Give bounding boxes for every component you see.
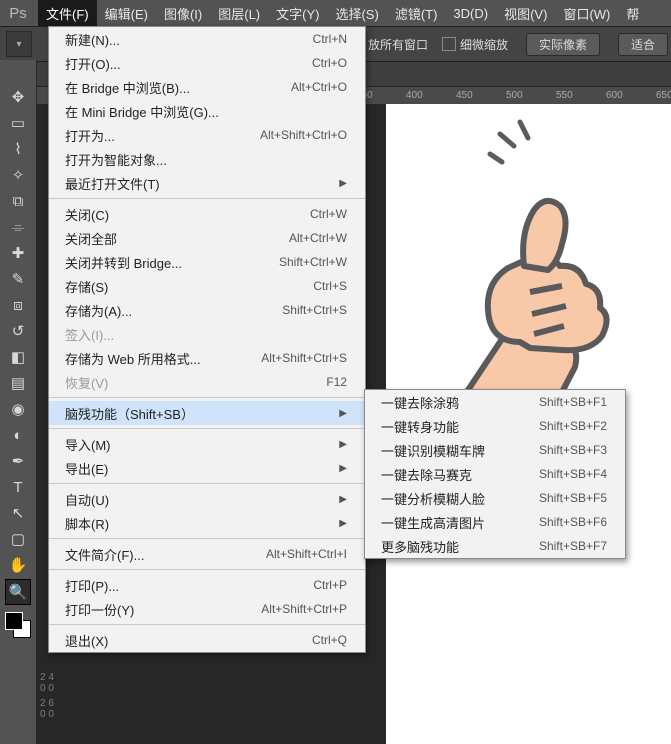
tool-preset-dropdown[interactable]: ▾ [6,31,32,57]
ruler-tick: 450 [456,90,473,101]
file-menu-item: 签入(I)... [49,322,365,346]
stamp-tool[interactable]: ⧈ [6,293,30,317]
path-tool[interactable]: ↖ [6,501,30,525]
submenu-item[interactable]: 一键去除马赛克Shift+SB+F4 [365,462,625,486]
menubar-item-9[interactable]: 窗口(W) [555,0,618,26]
file-menu-item[interactable]: 自动(U)▶ [49,487,365,511]
submenu-item[interactable]: 一键生成高清图片Shift+SB+F6 [365,510,625,534]
file-menu-item[interactable]: 存储为 Web 所用格式...Alt+Shift+Ctrl+S [49,346,365,370]
menubar-item-2[interactable]: 图像(I) [156,0,210,26]
file-menu-item[interactable]: 脚本(R)▶ [49,511,365,535]
dodge-tool[interactable]: ◐ [6,423,30,447]
menubar-item-3[interactable]: 图层(L) [210,0,268,26]
ruler-tick: 650 [656,90,671,101]
brush-tool[interactable]: ✎ [6,267,30,291]
menubar-item-0[interactable]: 文件(F) [38,0,97,26]
spark-lines [480,104,560,177]
hand-tool[interactable]: ✋ [6,553,30,577]
actual-pixels-button[interactable]: 实际像素 [526,33,600,56]
info-readout: 2 40 0 2 60 0 [40,672,54,720]
ruler-tick: 500 [506,90,523,101]
eraser-tool[interactable]: ◧ [6,345,30,369]
submenu-item[interactable]: 一键转身功能Shift+SB+F2 [365,414,625,438]
file-menu-item[interactable]: 打开为...Alt+Shift+Ctrl+O [49,123,365,147]
smooth-zoom-label: 细微缩放 [460,36,508,53]
file-menu-item[interactable]: 关闭(C)Ctrl+W [49,202,365,226]
history-tool[interactable]: ↺ [6,319,30,343]
menubar-item-5[interactable]: 选择(S) [327,0,386,26]
submenu-item[interactable]: 一键分析模糊人脸Shift+SB+F5 [365,486,625,510]
smooth-zoom-checkbox[interactable] [442,37,456,51]
crop-tool[interactable]: ⧉ [6,189,30,213]
menubar-item-1[interactable]: 编辑(E) [97,0,156,26]
menubar-item-10[interactable]: 帮 [618,0,647,26]
wand-tool[interactable]: ✧ [6,163,30,187]
file-menu-item[interactable]: 在 Mini Bridge 中浏览(G)... [49,99,365,123]
file-menu-item[interactable]: 打开(O)...Ctrl+O [49,51,365,75]
ruler-tick: 550 [556,90,573,101]
file-menu-item[interactable]: 存储为(A)...Shift+Ctrl+S [49,298,365,322]
zoom-tool[interactable]: 🔍 [5,579,31,605]
heal-tool[interactable]: ✚ [6,241,30,265]
menubar-item-8[interactable]: 视图(V) [496,0,555,26]
file-menu-item[interactable]: 打印一份(Y)Alt+Shift+Ctrl+P [49,597,365,621]
menubar: Ps 文件(F)编辑(E)图像(I)图层(L)文字(Y)选择(S)滤镜(T)3D… [0,0,671,26]
gradient-tool[interactable]: ▤ [6,371,30,395]
menubar-item-4[interactable]: 文字(Y) [268,0,327,26]
pen-tool[interactable]: ✒ [6,449,30,473]
file-menu-item[interactable]: 存储(S)Ctrl+S [49,274,365,298]
ruler-tick: 400 [406,90,423,101]
file-menu-item[interactable]: 打开为智能对象... [49,147,365,171]
file-menu-item[interactable]: 关闭全部Alt+Ctrl+W [49,226,365,250]
ruler-tick: 600 [606,90,623,101]
lasso-tool[interactable]: ⌇ [6,137,30,161]
eyedrop-tool[interactable]: ⌯ [6,215,30,239]
file-menu-item[interactable]: 退出(X)Ctrl+Q [49,628,365,652]
menubar-item-6[interactable]: 滤镜(T) [387,0,446,26]
file-menu-item[interactable]: 关闭并转到 Bridge...Shift+Ctrl+W [49,250,365,274]
blur-tool[interactable]: ◉ [6,397,30,421]
file-menu-item[interactable]: 最近打开文件(T)▶ [49,171,365,195]
color-swatches[interactable] [5,612,31,638]
file-menu-item: 恢复(V)F12 [49,370,365,394]
type-tool[interactable]: T [6,475,30,499]
submenu-item[interactable]: 一键识别模糊车牌Shift+SB+F3 [365,438,625,462]
tools-panel: ✥▭⌇✧⧉⌯✚✎⧈↺◧▤◉◐✒T↖▢✋🔍 [0,60,37,744]
move-tool[interactable]: ✥ [6,85,30,109]
file-menu-item[interactable]: 打印(P)...Ctrl+P [49,573,365,597]
file-menu-item[interactable]: 新建(N)...Ctrl+N [49,27,365,51]
file-menu: 新建(N)...Ctrl+N打开(O)...Ctrl+O在 Bridge 中浏览… [48,26,366,653]
file-menu-item[interactable]: 导出(E)▶ [49,456,365,480]
fit-all-windows-label: 放所有窗口 [368,36,428,53]
menubar-item-7[interactable]: 3D(D) [445,0,496,26]
marquee-tool[interactable]: ▭ [6,111,30,135]
rect-tool[interactable]: ▢ [6,527,30,551]
file-menu-item[interactable]: 脑残功能（Shift+SB）▶ [49,401,365,425]
fit-screen-button[interactable]: 适合 [618,33,668,56]
file-menu-item[interactable]: 导入(M)▶ [49,432,365,456]
ps-logo: Ps [8,3,28,23]
file-menu-item[interactable]: 文件简介(F)...Alt+Shift+Ctrl+I [49,542,365,566]
submenu-item[interactable]: 一键去除涂鸦Shift+SB+F1 [365,390,625,414]
brain-dead-submenu: 一键去除涂鸦Shift+SB+F1一键转身功能Shift+SB+F2一键识别模糊… [364,389,626,559]
submenu-item[interactable]: 更多脑残功能Shift+SB+F7 [365,534,625,558]
file-menu-item[interactable]: 在 Bridge 中浏览(B)...Alt+Ctrl+O [49,75,365,99]
